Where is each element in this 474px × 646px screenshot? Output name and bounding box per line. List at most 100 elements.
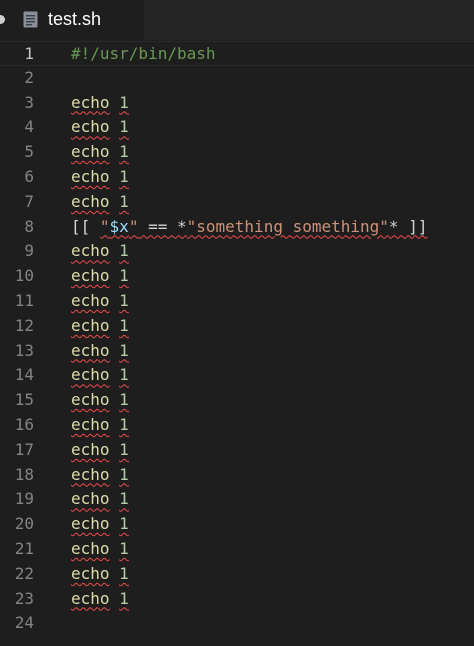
code-line[interactable]: 17 echo 1 xyxy=(0,438,474,463)
code-line[interactable]: 18 echo 1 xyxy=(0,463,474,488)
line-code[interactable]: echo 1 xyxy=(71,537,129,562)
code-line[interactable]: 13 echo 1 xyxy=(0,339,474,364)
tab-bar: test.sh xyxy=(0,0,474,40)
code-token: 1 xyxy=(119,191,129,211)
line-code[interactable]: echo 1 xyxy=(71,115,129,140)
code-token: 1 xyxy=(119,117,129,137)
line-code[interactable]: echo 1 xyxy=(71,140,129,165)
code-line[interactable]: 19 echo 1 xyxy=(0,487,474,512)
code-token: 1 xyxy=(119,563,129,583)
line-number: 19 xyxy=(14,489,34,509)
line-number: 3 xyxy=(24,92,34,112)
code-token: echo xyxy=(71,117,110,137)
code-line[interactable]: 21 echo 1 xyxy=(0,537,474,562)
line-code[interactable]: echo 1 xyxy=(71,512,129,537)
line-number: 10 xyxy=(14,266,34,286)
code-line[interactable]: 4 echo 1 xyxy=(0,115,474,140)
line-code[interactable]: echo 1 xyxy=(71,289,129,314)
file-icon xyxy=(23,11,38,28)
code-token: 1 xyxy=(119,340,129,360)
line-code[interactable]: echo 1 xyxy=(71,413,129,438)
tab-title: test.sh xyxy=(48,9,102,29)
line-code[interactable]: echo 1 xyxy=(71,587,129,612)
code-token: 1 xyxy=(119,489,129,509)
code-editor[interactable]: 1 #!/usr/bin/bash 2 3 echo 1 4 echo 1 5 echo 16e… xyxy=(0,40,474,646)
code-token: 1 xyxy=(119,588,129,608)
line-code[interactable]: [[ "$x" == *"something something"* ]] xyxy=(71,215,427,240)
line-code[interactable]: #!/usr/bin/bash xyxy=(71,42,216,67)
line-number: 1 xyxy=(24,44,34,63)
code-token: 1 xyxy=(119,415,129,434)
line-number: 8 xyxy=(24,216,34,236)
code-token: echo xyxy=(71,563,110,583)
code-line[interactable]: 8 [[ "$x" == *"something something"* ]] xyxy=(0,215,474,240)
code-token: #!/usr/bin/bash xyxy=(71,44,216,63)
code-line[interactable]: 10 echo 1 xyxy=(0,264,474,289)
code-token: "something something" xyxy=(186,216,389,236)
line-number: 22 xyxy=(14,563,34,583)
code-token: 1 xyxy=(119,539,129,558)
code-line[interactable]: 11 echo 1 xyxy=(0,289,474,314)
code-token: == * xyxy=(138,216,187,236)
code-token: echo xyxy=(71,340,110,360)
code-token: 1 xyxy=(119,241,129,261)
line-code[interactable]: echo 1 xyxy=(71,487,129,512)
code-token: 1 xyxy=(119,142,129,162)
editor-tab[interactable]: test.sh xyxy=(0,0,144,40)
line-code[interactable]: echo 1 xyxy=(71,314,129,339)
code-token: [[ xyxy=(71,216,100,236)
code-line[interactable]: 7 echo 1 xyxy=(0,190,474,215)
code-line[interactable]: 24 xyxy=(0,611,474,636)
line-code[interactable]: echo 1 xyxy=(71,165,129,190)
line-code[interactable]: echo 1 xyxy=(71,562,129,587)
line-number: 16 xyxy=(14,415,34,434)
code-line[interactable]: 20 echo 1 xyxy=(0,512,474,537)
line-number: 17 xyxy=(14,439,34,459)
code-line[interactable]: 2 xyxy=(0,66,474,91)
line-code[interactable]: echo 1 xyxy=(71,339,129,364)
line-code[interactable]: echo 1 xyxy=(71,363,129,388)
line-code[interactable]: echo 1 xyxy=(71,388,129,413)
code-line[interactable]: 16 echo 1 xyxy=(0,413,474,438)
code-line[interactable]: 12 echo 1 xyxy=(0,314,474,339)
line-number: 2 xyxy=(24,67,34,87)
line-number: 5 xyxy=(24,142,34,162)
code-token: echo xyxy=(71,266,110,286)
code-token: echo xyxy=(71,415,110,434)
code-token: echo xyxy=(71,365,110,385)
code-line[interactable]: 14 echo 1 xyxy=(0,363,474,388)
code-line[interactable]: 23 echo 1 xyxy=(0,587,474,612)
code-line[interactable]: 6 echo 1 xyxy=(0,165,474,190)
code-line[interactable]: 5 echo 1 xyxy=(0,140,474,165)
code-token: echo xyxy=(71,514,110,534)
code-token: 1 xyxy=(119,439,129,459)
line-code[interactable]: echo 1 xyxy=(71,264,129,289)
line-code[interactable]: echo 1 xyxy=(71,91,129,116)
code-line[interactable]: 1 #!/usr/bin/bash xyxy=(0,41,474,66)
code-line[interactable]: 15 echo 1 xyxy=(0,388,474,413)
line-number: 6 xyxy=(24,167,34,186)
line-code[interactable]: echo 1 xyxy=(71,190,129,215)
line-code[interactable]: echo 1 xyxy=(71,463,129,488)
code-token: echo xyxy=(71,315,110,335)
code-token: echo xyxy=(71,291,110,310)
modified-dot-icon[interactable] xyxy=(0,15,5,24)
code-token: echo xyxy=(71,167,110,186)
code-line[interactable]: 3 echo 1 xyxy=(0,91,474,116)
code-token: echo xyxy=(71,191,110,211)
line-code[interactable]: echo 1 xyxy=(71,438,129,463)
code-line[interactable]: 22 echo 1 xyxy=(0,562,474,587)
line-code[interactable]: echo 1 xyxy=(71,239,129,264)
code-token: echo xyxy=(71,464,110,484)
code-line[interactable]: 9 echo 1 xyxy=(0,239,474,264)
